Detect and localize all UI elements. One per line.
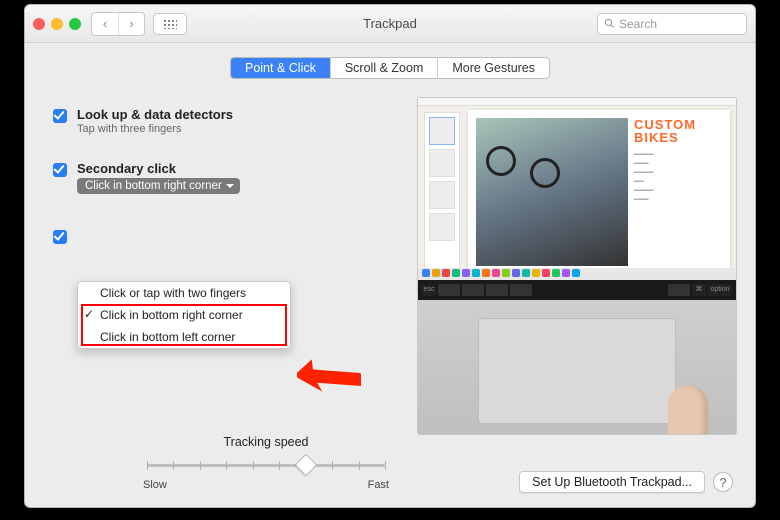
dropdown-item-two-fingers[interactable]: Click or tap with two fingers [78,282,290,304]
options-panel: Look up & data detectors Tap with three … [53,97,411,435]
content-area: Look up & data detectors Tap with three … [25,87,755,435]
nav-buttons: ‹ › [91,12,145,36]
dropdown-item-bottom-left[interactable]: Click in bottom left corner [78,326,290,348]
touchbar-key [462,284,484,296]
dock-app-icon [552,269,560,277]
help-button[interactable]: ? [713,472,733,492]
touchbar-key [510,284,532,296]
preview-screen: CUSTOMBIKES ━━━━━━━━━━━━━━━━━━━━ [418,98,736,280]
preview-thumb [429,181,455,209]
dock-app-icon [572,269,580,277]
preview-trackpad [478,318,676,424]
search-input[interactable]: Search [597,13,747,35]
slider-tick [200,461,201,470]
preview-thumb [429,117,455,145]
preview-finger [668,386,708,435]
preview-menubar [418,98,736,106]
dock-app-icon [432,269,440,277]
minimize-icon[interactable] [51,18,63,30]
dock-app-icon [502,269,510,277]
tab-more-gestures[interactable]: More Gestures [437,58,549,78]
tab-scroll-zoom[interactable]: Scroll & Zoom [330,58,438,78]
show-all-button[interactable] [153,13,187,35]
search-icon [604,18,615,29]
slider-tick [173,461,174,470]
back-button[interactable]: ‹ [92,13,118,35]
footer: Set Up Bluetooth Trackpad... ? [519,471,733,493]
slider-tick [359,461,360,470]
dock-app-icon [422,269,430,277]
slider-tick [253,461,254,470]
preview-image [476,118,628,266]
slider-track [147,464,385,467]
option-secondary-label: Secondary click [77,161,240,176]
dock-app-icon [512,269,520,277]
annotation-red-arrow-icon [297,355,361,405]
option-secondary: Secondary click Click in bottom right co… [53,143,411,212]
slider-tick [147,461,148,470]
touchbar-key [668,284,690,296]
tracking-speed-label: Tracking speed [141,435,391,449]
dock-app-icon [442,269,450,277]
traffic-lights [33,18,81,30]
preview-thumb [429,149,455,177]
option-lookup-label: Look up & data detectors [77,107,233,122]
dock-app-icon [542,269,550,277]
preview-page: CUSTOMBIKES ━━━━━━━━━━━━━━━━━━━━ [468,110,730,274]
checkbox-lookup[interactable] [53,109,67,123]
titlebar: ‹ › Trackpad Search [25,5,755,43]
option-lookup-sub: Tap with three fingers [77,123,233,135]
forward-button[interactable]: › [118,13,144,35]
dock-app-icon [482,269,490,277]
tracking-speed-section: Tracking speed Slow Fast [141,435,391,491]
touchbar-key: ⌘ [692,284,706,296]
option-lookup: Look up & data detectors Tap with three … [53,97,411,143]
checkbox-third[interactable] [53,230,67,244]
preview-touchbar: esc ⌘ option [418,280,736,300]
slider-tick [279,461,280,470]
preview-sidebar [424,112,460,272]
checkbox-secondary[interactable] [53,163,67,177]
dock-app-icon [472,269,480,277]
slider-tick [332,461,333,470]
preview-thumb [429,213,455,241]
grid-icon [163,19,177,29]
dock-app-icon [462,269,470,277]
slider-max-label: Fast [368,479,389,491]
slider-tick [226,461,227,470]
close-icon[interactable] [33,18,45,30]
search-placeholder: Search [619,17,657,31]
dock-app-icon [492,269,500,277]
dock-app-icon [452,269,460,277]
zoom-icon[interactable] [69,18,81,30]
slider-tick [385,461,386,470]
touchbar-key: esc [422,284,436,296]
dock-app-icon [562,269,570,277]
dock-app-icon [532,269,540,277]
segmented-control: Point & Click Scroll & Zoom More Gesture… [230,57,550,79]
tab-point-click[interactable]: Point & Click [231,58,330,78]
dock-app-icon [522,269,530,277]
preferences-window: ‹ › Trackpad Search Point & Click Scroll… [24,4,756,508]
touchbar-key [486,284,508,296]
preview-laptop-body [418,300,736,435]
slider-thumb[interactable] [294,454,317,477]
secondary-click-select[interactable]: Click in bottom right corner [77,178,240,194]
tracking-speed-slider[interactable] [147,455,385,475]
dropdown-item-bottom-right[interactable]: Click in bottom right corner [78,304,290,326]
touchbar-key: option [708,284,732,296]
gesture-preview: CUSTOMBIKES ━━━━━━━━━━━━━━━━━━━━ esc ⌘ o… [417,97,737,435]
secondary-click-dropdown: Click or tap with two fingers Click in b… [77,281,291,349]
preview-dock [418,268,736,280]
slider-min-label: Slow [143,479,167,491]
touchbar-key [438,284,460,296]
preview-text: CUSTOMBIKES ━━━━━━━━━━━━━━━━━━━━ [634,118,722,266]
option-third [53,218,411,252]
tab-bar: Point & Click Scroll & Zoom More Gesture… [25,43,755,87]
setup-bluetooth-button[interactable]: Set Up Bluetooth Trackpad... [519,471,705,493]
